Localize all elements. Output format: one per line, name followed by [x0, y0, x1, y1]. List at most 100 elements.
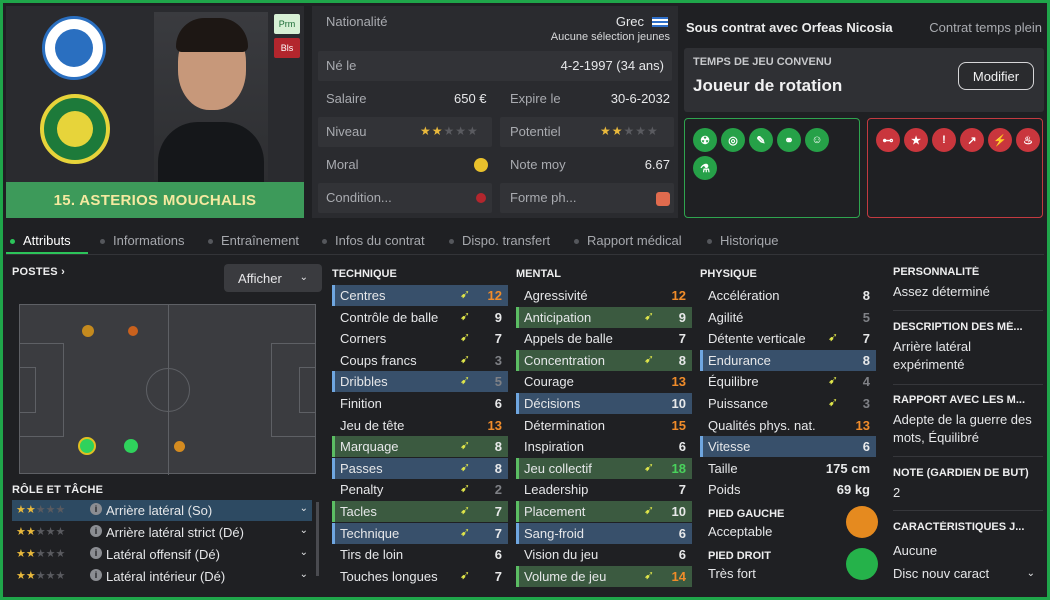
chevron-down-icon[interactable]: ⌄ [300, 547, 308, 558]
trait-handshake-icon[interactable]: ⚭ [777, 128, 801, 152]
trait-bandage-icon[interactable]: ✎ [749, 128, 773, 152]
attribute-row[interactable]: Touches longues ➹ 7 [332, 566, 508, 587]
attribute-row[interactable]: Corners ➹ 7 [332, 328, 508, 349]
attribute-row[interactable]: Contrôle de balle ➹ 9 [332, 307, 508, 328]
attribute-value: 8 [862, 288, 870, 303]
right-foot: PIED DROIT Très fort [700, 546, 884, 586]
positions-header[interactable]: POSTES › [12, 266, 65, 278]
trait-ball-alert-icon[interactable]: ! [932, 128, 956, 152]
position-dot-dl-natural[interactable] [78, 437, 96, 455]
chevron-down-icon[interactable]: ⌄ [300, 503, 308, 514]
condition-icon[interactable] [476, 193, 486, 203]
attribute-row[interactable]: Courage 13 [516, 371, 692, 392]
attribute-row[interactable]: Coups francs ➹ 3 [332, 350, 508, 371]
attribute-row[interactable]: Anticipation ➹ 9 [516, 306, 692, 328]
attribute-row[interactable]: Qualités phys. nat. 13 [700, 415, 876, 436]
roles-scrollbar[interactable] [316, 502, 319, 576]
role-item[interactable]: ★★★★★ i Latéral offensif (Dé) ⌄ [12, 544, 312, 565]
attribute-value: 6 [678, 439, 686, 455]
attribute-value: 6 [862, 439, 870, 455]
attribute-row[interactable]: Centres ➹ 12 [332, 285, 508, 306]
attribute-row[interactable]: Décisions 10 [516, 393, 692, 414]
attribute-name: Vitesse [708, 439, 751, 455]
attribute-value: 9 [494, 309, 502, 325]
info-icon[interactable]: i [90, 503, 102, 515]
attribute-row[interactable]: Appels de balle 7 [516, 328, 692, 349]
attribute-row[interactable]: Sang-froid 6 [516, 522, 692, 544]
attribute-row[interactable]: Placement ➹ 10 [516, 501, 692, 522]
attribute-row[interactable]: Accélération 8 [700, 285, 876, 306]
position-dot-wbl[interactable] [82, 325, 94, 337]
trait-flask-icon[interactable]: ⚗ [693, 156, 717, 180]
attribute-name: Agilité [708, 309, 744, 325]
tab-entrainement[interactable]: Entraînement [208, 233, 299, 248]
show-dropdown[interactable]: Afficher ⌄ [224, 264, 322, 292]
tab-attributs[interactable]: Attributs [10, 233, 71, 248]
position-dot-ml[interactable] [174, 441, 185, 452]
attribute-row[interactable]: Tirs de loin 6 [332, 544, 508, 565]
attribute-row[interactable]: Finition 6 [332, 393, 508, 414]
attribute-row[interactable]: Penalty ➹ 2 [332, 479, 508, 500]
attribute-row[interactable]: Jeu collectif ➹ 18 [516, 457, 692, 479]
info-icon[interactable]: i [90, 525, 102, 537]
role-item[interactable]: ★★★★★ i Arrière latéral (So) ⌄ [12, 500, 312, 521]
role-item[interactable]: ★★★★★ i Latéral intérieur (Dé) ⌄ [12, 566, 312, 587]
row-highlight-bar [516, 328, 519, 349]
attribute-row[interactable]: Détente verticale ➹ 7 [700, 328, 876, 349]
attribute-row[interactable]: Volume de jeu ➹ 14 [516, 565, 692, 587]
trait-dumbbell-icon[interactable]: ⊷ [876, 128, 900, 152]
national-team-badge[interactable] [42, 16, 106, 80]
trait-trend-icon[interactable]: ↗ [960, 128, 984, 152]
attribute-row[interactable]: Concentration ➹ 8 [516, 349, 692, 371]
attribute-row[interactable]: Vision du jeu 6 [516, 544, 692, 565]
attribute-row[interactable]: Leadership 7 [516, 479, 692, 500]
attribute-row[interactable]: Agilité 5 [700, 307, 876, 328]
attribute-row[interactable]: Tacles ➹ 7 [332, 501, 508, 522]
attribute-row[interactable]: Agressivité 12 [516, 285, 692, 306]
attribute-row[interactable]: Inspiration 6 [516, 436, 692, 457]
chevron-down-icon[interactable]: ⌄ [300, 569, 308, 580]
tab-historique[interactable]: Historique [707, 233, 779, 248]
attribute-value: 5 [862, 309, 870, 325]
attribute-row[interactable]: Poids 69 kg [700, 479, 876, 500]
position-pitch[interactable] [19, 304, 316, 475]
attribute-row[interactable]: Équilibre ➹ 4 [700, 371, 876, 392]
trait-target-icon[interactable]: ◎ [721, 128, 745, 152]
attribute-row[interactable]: Vitesse 6 [700, 436, 876, 458]
attribute-row[interactable]: Passes ➹ 8 [332, 457, 508, 479]
tab-informations[interactable]: Informations [100, 233, 185, 248]
form-icon[interactable] [656, 192, 670, 206]
attribute-row[interactable]: Puissance ➹ 3 [700, 393, 876, 414]
position-dot-dl-accomplished[interactable] [124, 439, 138, 453]
trait-fire-icon[interactable]: ♨ [1016, 128, 1040, 152]
position-dot-wbl-alt[interactable] [128, 326, 138, 336]
attribute-value: 7 [494, 525, 502, 541]
role-item[interactable]: ★★★★★ i Arrière latéral strict (Dé) ⌄ [12, 522, 312, 543]
attribute-name: Anticipation [524, 309, 592, 325]
attribute-row[interactable]: Détermination 15 [516, 415, 692, 436]
trait-star-icon[interactable]: ★ [904, 128, 928, 152]
info-icon[interactable]: i [90, 547, 102, 559]
morale-icon[interactable] [474, 158, 488, 172]
attribute-row[interactable]: Jeu de tête 13 [332, 415, 508, 436]
nationality-value[interactable]: Grec [616, 14, 644, 29]
chevron-down-icon[interactable]: ⌄ [300, 525, 308, 536]
trait-brain-icon[interactable]: ☺ [805, 128, 829, 152]
trait-radiation-icon[interactable]: ☢ [693, 128, 717, 152]
modify-button[interactable]: Modifier [958, 62, 1034, 90]
info-icon[interactable]: i [90, 569, 102, 581]
attribute-row[interactable]: Endurance 8 [700, 349, 876, 371]
tab-dispo-transfert[interactable]: Dispo. transfert [449, 233, 550, 248]
attribute-row[interactable]: Taille 175 cm [700, 458, 876, 479]
club-badge[interactable] [40, 94, 110, 164]
attribute-row[interactable]: Marquage ➹ 8 [332, 436, 508, 458]
attribute-row[interactable]: Dribbles ➹ 5 [332, 371, 508, 393]
tab-infos-contrat[interactable]: Infos du contrat [322, 233, 425, 248]
row-highlight-bar [700, 415, 703, 436]
discover-traits-dropdown[interactable]: Disc nouv caract ⌄ [893, 565, 1043, 583]
attribute-name: Corners [340, 331, 387, 347]
tab-rapport-medical[interactable]: Rapport médical [574, 233, 682, 248]
trait-broken-icon[interactable]: ⚡ [988, 128, 1012, 152]
attribute-row[interactable]: Technique ➹ 7 [332, 522, 508, 544]
mental-header: MENTAL [516, 268, 562, 280]
